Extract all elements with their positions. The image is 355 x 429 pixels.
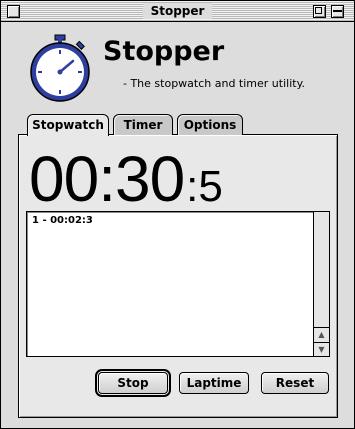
zoom-box[interactable] <box>313 5 326 18</box>
stop-button[interactable]: Stop <box>95 369 171 397</box>
lap-list[interactable]: 1 - 00:02:3 ▲ ▼ <box>26 211 330 357</box>
laptime-button[interactable]: Laptime <box>179 372 249 394</box>
scroll-down-button[interactable]: ▼ <box>314 342 329 356</box>
list-item[interactable]: 1 - 00:02:3 <box>32 214 93 227</box>
reset-button[interactable]: Reset <box>261 372 329 394</box>
time-tenths: 5 <box>198 162 223 211</box>
title-bar[interactable]: Stopper <box>1 1 354 22</box>
arrow-up-icon: ▲ <box>318 330 325 339</box>
collapse-box[interactable] <box>331 5 344 18</box>
app-name: Stopper <box>103 36 225 67</box>
tab-timer[interactable]: Timer <box>113 114 173 135</box>
arrow-down-icon: ▼ <box>318 345 325 354</box>
tab-stopwatch[interactable]: Stopwatch <box>27 114 109 136</box>
time-separator: : <box>186 162 199 211</box>
window-title: Stopper <box>142 3 213 19</box>
scroll-up-button[interactable]: ▲ <box>314 327 329 342</box>
stopwatch-icon <box>30 34 90 102</box>
scrollbar[interactable]: ▲ ▼ <box>313 212 329 356</box>
tab-options[interactable]: Options <box>177 114 243 135</box>
close-box[interactable] <box>7 5 20 18</box>
app-window: Stopper Stopper - The stopwatch and time… <box>0 0 355 429</box>
app-subtitle: - The stopwatch and timer utility. <box>123 77 306 90</box>
time-main: 00:30 <box>29 143 185 215</box>
